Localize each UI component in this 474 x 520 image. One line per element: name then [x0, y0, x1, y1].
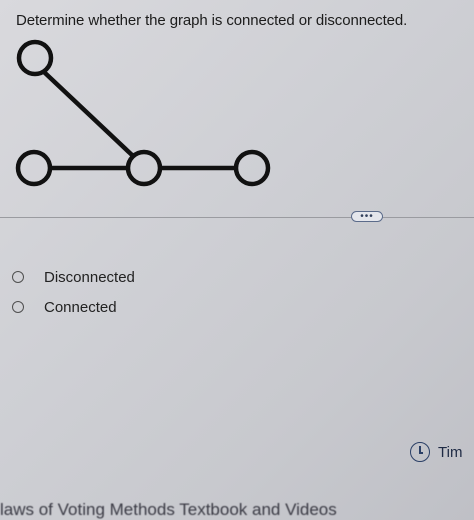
radio-disconnected[interactable]: [12, 271, 24, 283]
graph-vertex-top: [16, 39, 54, 77]
clock-icon: [410, 442, 430, 462]
answer-options: Disconnected Connected: [10, 262, 135, 322]
radio-connected[interactable]: [12, 301, 24, 313]
option-label: Connected: [44, 298, 117, 316]
option-disconnected[interactable]: Disconnected: [10, 262, 135, 292]
more-options-button[interactable]: •••: [351, 211, 383, 222]
graph-vertex-right: [233, 149, 271, 187]
timer-label: Tim: [438, 443, 463, 461]
graph-figure: [15, 39, 271, 187]
graph-vertex-middle: [125, 149, 163, 187]
option-connected[interactable]: Connected: [10, 292, 135, 322]
timer-button[interactable]: Tim: [410, 442, 462, 462]
graph-vertex-left: [15, 149, 53, 187]
question-text: Determine whether the graph is connected…: [16, 12, 408, 29]
section-divider: [0, 217, 474, 218]
graph-edge-top-to-middle: [42, 70, 134, 157]
option-label: Disconnected: [44, 268, 135, 286]
footer-link[interactable]: laws of Voting Methods Textbook and Vide…: [0, 500, 337, 520]
